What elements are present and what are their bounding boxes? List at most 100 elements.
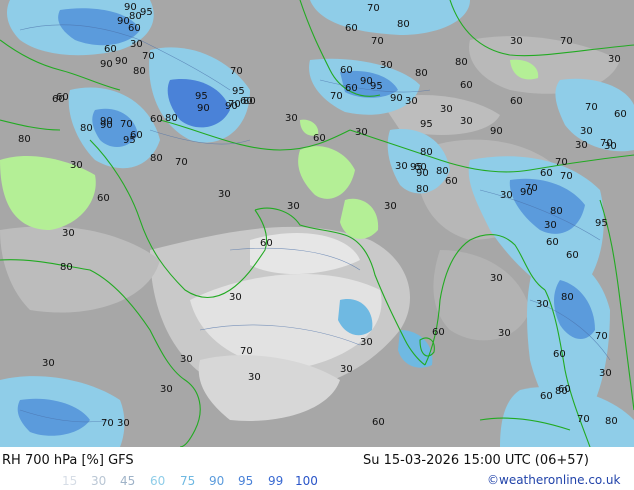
contour-label: 80 (397, 19, 410, 30)
contour-label: 30 (117, 418, 130, 429)
contour-label: 70 (560, 171, 573, 182)
contour-label: 80 (60, 262, 73, 273)
contour-label: 30 (42, 358, 55, 369)
contour-label: 90 (100, 59, 113, 70)
contour-label: 30 (460, 116, 473, 127)
map-canvas: 90 95 7090 8060 60707080903060809095 608070 80… (0, 0, 634, 448)
contour-label: 30 (608, 54, 621, 65)
legend-value: 15 (62, 474, 78, 488)
contour-label: 30 (180, 354, 193, 365)
contour-label: 90 (360, 76, 373, 87)
contour-label: 90 (115, 56, 128, 67)
contour-label: 80 (165, 113, 178, 124)
contour-label: 70 (142, 51, 155, 62)
contour-label: 80 (416, 184, 429, 195)
contour-label: 70 (120, 119, 133, 130)
contour-label: 70 (585, 102, 598, 113)
contour-label: 60 (313, 133, 326, 144)
contour-label: 60 (150, 114, 163, 125)
contour-label: 30 (160, 384, 173, 395)
contour-label: 80 (129, 11, 142, 22)
contour-label: 60 (432, 327, 445, 338)
contour-label: 70 (240, 346, 253, 357)
contour-label: 95 (232, 86, 245, 97)
contour-label: 30 (544, 220, 557, 231)
contour-label: 70 (330, 91, 343, 102)
legend-value: 100 (295, 474, 318, 488)
contour-label: 80 (18, 134, 31, 145)
contour-label: 90 (390, 93, 403, 104)
contour-label: 60 (104, 44, 117, 55)
map-title: RH 700 hPa [%] GFS (2, 453, 134, 468)
contour-label: 30 (599, 368, 612, 379)
contour-label: 80 (605, 416, 618, 427)
contour-label: 60 (614, 109, 627, 120)
contour-label: 90 (197, 103, 210, 114)
contour-label: 60 (340, 65, 353, 76)
contour-label: 30 (248, 372, 261, 383)
contour-label: 60 (260, 238, 273, 249)
contour-label: 80 (133, 66, 146, 77)
contour-label: 60 (372, 417, 385, 428)
contour-label: 30 (285, 113, 298, 124)
contour-label: 90 (520, 187, 533, 198)
contour-label: 30 (440, 104, 453, 115)
contour-label: 80 (555, 386, 568, 397)
contour-label: 80 (415, 68, 428, 79)
contour-label: 80 (561, 292, 574, 303)
contour-label: 80 (455, 57, 468, 68)
contour-label: 90 (225, 101, 238, 112)
contour-label: 60 (540, 391, 553, 402)
contour-label: 95 (420, 119, 433, 130)
contour-label: 60 (460, 80, 473, 91)
legend-value: 60 (150, 474, 166, 488)
contour-label: 95 (595, 218, 608, 229)
contour-label: 80 (150, 153, 163, 164)
contour-label: 80 (436, 166, 449, 177)
contour-label: 70 (560, 36, 573, 47)
contour-label: 30 (218, 189, 231, 200)
contour-label: 30 (395, 161, 408, 172)
contour-label: 60 (566, 250, 579, 261)
contour-label: 70 (555, 157, 568, 168)
contour-label: 60 (130, 130, 143, 141)
credit-link[interactable]: ©weatheronline.co.uk (487, 473, 620, 487)
contour-label: 70 (577, 414, 590, 425)
contour-label: 30 (287, 201, 300, 212)
contour-label: 90 (490, 126, 503, 137)
contour-label: 60 (540, 168, 553, 179)
contour-label: 60 (546, 237, 559, 248)
contour-label: 30 (405, 96, 418, 107)
contour-label: 70 (230, 66, 243, 77)
contour-label: 30 (229, 292, 242, 303)
contour-label: 30 (500, 190, 513, 201)
contour-label: 30 (340, 364, 353, 375)
contour-label: 30 (130, 39, 143, 50)
contour-label: 30 (536, 299, 549, 310)
contour-label: 30 (355, 127, 368, 138)
contour-label: 70 (595, 331, 608, 342)
contour-label: 60 (128, 23, 141, 34)
contour-label: 95 (140, 7, 153, 18)
legend-value: 99 (268, 474, 284, 488)
contour-label: 60 (52, 94, 65, 105)
contour-label: 95 (410, 162, 423, 173)
contour-label: 30 (70, 160, 83, 171)
contour-label: 60 (345, 83, 358, 94)
legend-value: 45 (120, 474, 136, 488)
contour-label: 60 (97, 193, 110, 204)
rh-map: 90 95 70 90 80 60 60 70 70 80 90 30 60 80 90 95 60 80 70 80… (0, 0, 634, 448)
contour-label: 30 (62, 228, 75, 239)
contour-label: 80 (243, 96, 256, 107)
contour-label: 60 (445, 176, 458, 187)
legend-value: 90 (209, 474, 225, 488)
contour-label: 70 (367, 3, 380, 14)
contour-label: 70 (101, 418, 114, 429)
legend-value: 75 (180, 474, 196, 488)
contour-label: 80 (420, 147, 433, 158)
contour-label: 30 (384, 201, 397, 212)
contour-label: 30 (380, 60, 393, 71)
map-datetime: Su 15-03-2026 15:00 UTC (06+57) (363, 453, 589, 468)
contour-label: 90 (100, 116, 113, 127)
contour-label: 60 (345, 23, 358, 34)
